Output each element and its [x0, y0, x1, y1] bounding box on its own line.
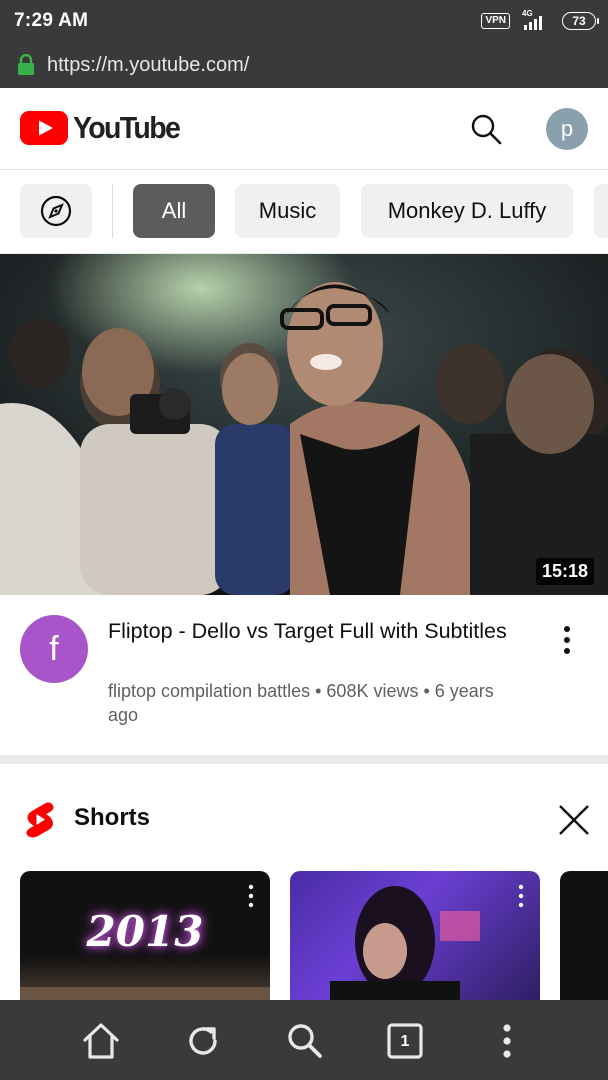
reload-icon[interactable]	[182, 1020, 224, 1062]
youtube-logo-text: YouTube	[73, 110, 181, 145]
search-icon[interactable]	[467, 110, 505, 148]
short-card-text: 2013	[86, 907, 204, 956]
video-info[interactable]: f Fliptop - Dello vs Target Full with Su…	[0, 595, 608, 755]
url-text[interactable]: https://m.youtube.com/	[47, 54, 249, 77]
browser-bottom-nav: 1	[0, 1000, 608, 1080]
status-icons: VPN 4G 73	[481, 9, 599, 33]
short-card[interactable]	[290, 871, 540, 1000]
account-avatar[interactable]: p	[546, 108, 588, 150]
chip-music[interactable]: Music	[235, 184, 340, 238]
thumbnail-image	[0, 254, 608, 595]
video-thumbnail[interactable]: 15:18	[0, 254, 608, 595]
shorts-title: Shorts	[74, 804, 151, 831]
video-meta: fliptop compilation battles • 608K views…	[108, 681, 494, 725]
short-thumbnail-image	[20, 987, 270, 1000]
video-title[interactable]: Fliptop - Dello vs Target Full with Subt…	[108, 617, 528, 646]
more-options-icon[interactable]	[514, 883, 528, 909]
status-bar: 7:29 AM VPN 4G 73	[0, 0, 608, 44]
short-card[interactable]	[560, 871, 608, 1000]
chip-next[interactable]	[594, 184, 608, 238]
duration-badge: 15:18	[535, 558, 594, 585]
chip-divider	[112, 184, 113, 238]
channel-avatar[interactable]: f	[20, 615, 88, 683]
status-time: 7:29 AM	[14, 10, 89, 31]
home-icon[interactable]	[80, 1020, 122, 1062]
compass-icon	[40, 195, 72, 227]
signal-icon: 4G	[518, 9, 554, 32]
short-card[interactable]: 2013	[20, 871, 270, 1000]
section-divider	[0, 755, 608, 764]
more-options-icon[interactable]	[552, 623, 582, 657]
chip-monkey-d-luffy[interactable]: Monkey D. Luffy	[361, 184, 573, 238]
shorts-icon	[26, 802, 54, 838]
shorts-shelf: Shorts 2013	[0, 764, 608, 1000]
search-icon[interactable]	[284, 1020, 326, 1062]
browser-url-bar[interactable]: https://m.youtube.com/	[0, 44, 608, 88]
menu-icon[interactable]	[486, 1020, 528, 1062]
lock-icon	[18, 54, 34, 75]
youtube-header: YouTube p	[0, 88, 608, 170]
short-thumbnail-image	[330, 886, 480, 1000]
youtube-logo[interactable]: YouTube	[20, 110, 188, 146]
tabs-icon[interactable]: 1	[384, 1020, 426, 1062]
chip-all[interactable]: All	[133, 184, 215, 238]
tab-count: 1	[400, 1033, 410, 1050]
explore-chip[interactable]	[20, 184, 92, 238]
close-icon[interactable]	[556, 802, 592, 838]
battery-icon: 73	[562, 12, 599, 30]
more-options-icon[interactable]	[244, 883, 258, 909]
chip-bar: All Music Monkey D. Luffy	[0, 170, 608, 254]
vpn-badge: VPN	[481, 13, 510, 29]
youtube-play-icon	[20, 111, 68, 145]
